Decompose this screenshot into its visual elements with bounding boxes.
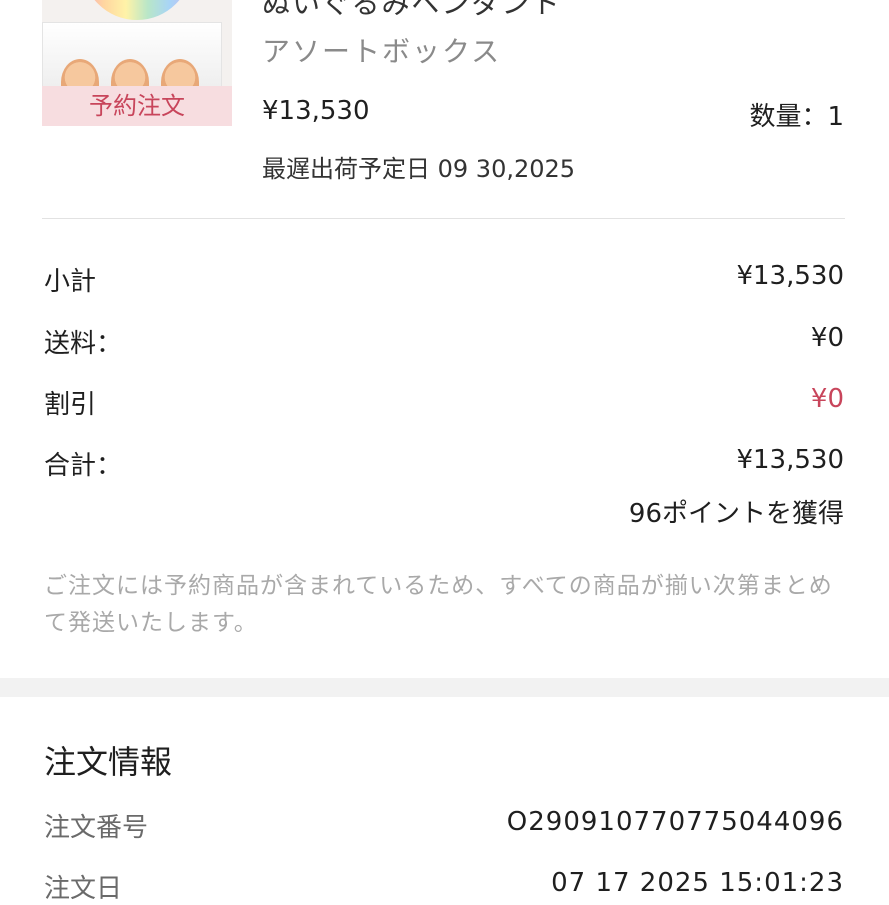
product-box-image: [42, 22, 222, 105]
rainbow-decoration: [82, 0, 192, 20]
product-title[interactable]: ぬいぐるみペンダント: [262, 0, 561, 22]
shipping-label: 送料：: [44, 329, 123, 359]
total-label: 合計：: [44, 451, 123, 481]
subtotal-value: ¥13,530: [736, 261, 844, 291]
product-quantity: 数量：1: [749, 102, 844, 132]
discount-label: 割引: [44, 390, 97, 420]
product-price: ¥13,530: [262, 96, 370, 126]
order-number-label: 注文番号: [44, 813, 149, 843]
preorder-tag: 予約注文: [42, 86, 232, 126]
ship-date: 最遅出荷予定日 09 30,2025: [262, 155, 576, 183]
order-info-title: 注文情報: [44, 743, 173, 781]
order-number-value[interactable]: O290910770775044096: [507, 807, 844, 837]
preorder-note: ご注文には予約商品が含まれているため、すべての商品が揃い次第まとめて発送いたしま…: [44, 573, 833, 636]
product-thumbnail[interactable]: 予約注文: [42, 0, 232, 126]
subtotal-label: 小計: [44, 267, 97, 297]
divider: [42, 218, 845, 219]
points-earned: 96ポイントを獲得: [628, 499, 844, 529]
order-date-label: 注文日: [44, 874, 123, 904]
order-date-value: 07 17 2025 15:01:23: [551, 868, 844, 898]
section-separator: [0, 678, 889, 697]
total-value: ¥13,530: [736, 445, 844, 475]
discount-value: ¥0: [810, 384, 844, 414]
shipping-value: ¥0: [810, 323, 844, 353]
product-variant: アソートボックス: [262, 35, 502, 68]
